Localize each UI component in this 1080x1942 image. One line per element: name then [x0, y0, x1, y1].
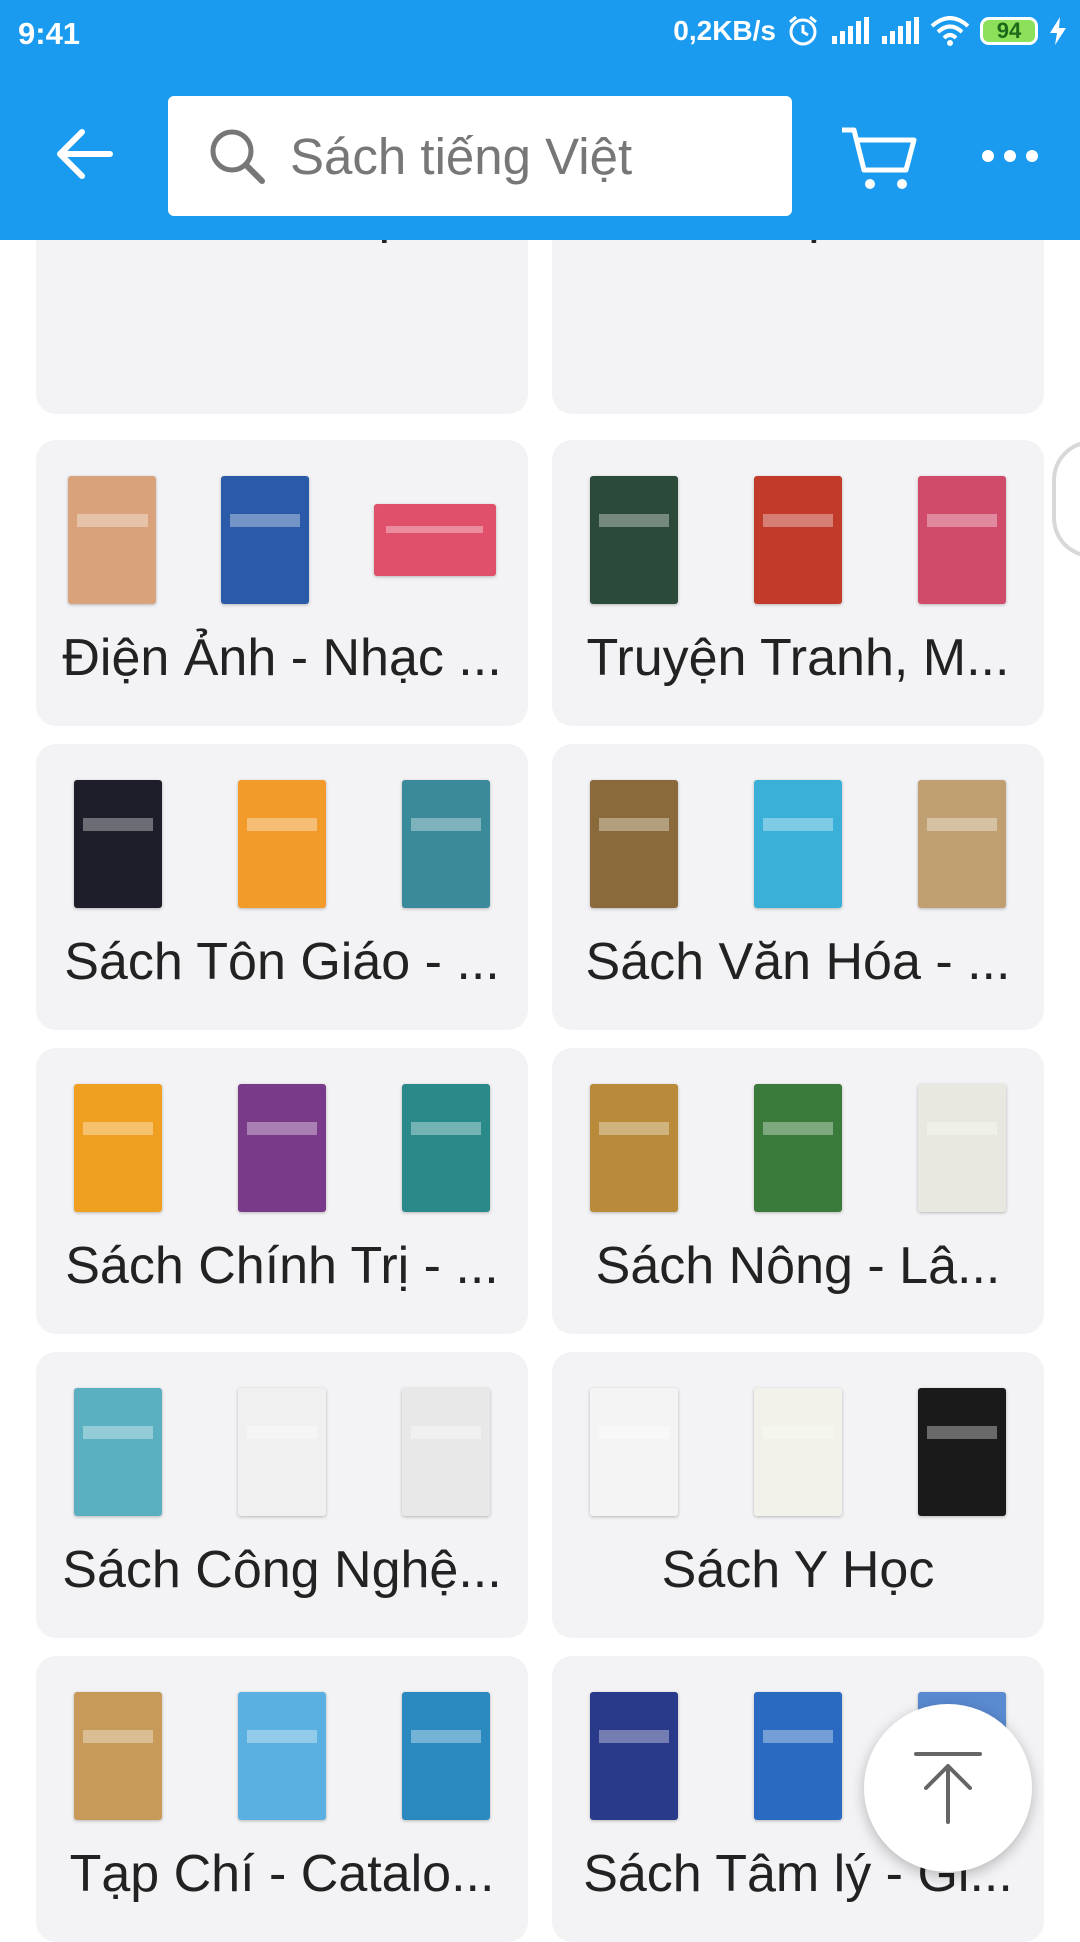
book-covers — [36, 774, 528, 914]
arrow-up-icon — [914, 1752, 982, 1824]
book-cover-image — [590, 1388, 678, 1516]
category-card[interactable]: Tạp Chí - Catalo... — [36, 1656, 528, 1942]
category-card[interactable]: Sách Công Nghệ... — [36, 1352, 528, 1638]
category-label: Sách Nông - Lâ... — [595, 1237, 1001, 1295]
book-covers — [552, 470, 1044, 610]
book-cover-image — [238, 1692, 326, 1820]
status-bar: 9:41 0,2KB/s 94 — [0, 0, 1080, 70]
book-cover-image — [402, 1084, 490, 1212]
top-app-bar: 9:41 0,2KB/s 94 Sách tiếng Việt — [0, 0, 1080, 240]
network-speed: 0,2KB/s — [673, 15, 776, 46]
search-input[interactable] — [288, 125, 752, 187]
scroll-to-top-button[interactable] — [864, 1704, 1032, 1872]
book-covers — [552, 774, 1044, 914]
book-cover-image — [402, 1692, 490, 1820]
search-box[interactable] — [168, 96, 792, 216]
category-label: Sách Chính Trị - ... — [65, 1237, 499, 1295]
book-cover-image — [238, 1388, 326, 1516]
category-card[interactable]: Sách Nông - Lâ... — [552, 1048, 1044, 1334]
signal-icon-2 — [882, 17, 919, 44]
book-cover-image — [74, 1692, 162, 1820]
book-covers — [36, 1382, 528, 1522]
book-cover-image — [74, 1388, 162, 1516]
battery-indicator: 94 — [980, 17, 1038, 45]
book-cover-image — [402, 1388, 490, 1516]
book-cover-image — [74, 1084, 162, 1212]
book-cover-image — [590, 1084, 678, 1212]
book-cover-image — [590, 1692, 678, 1820]
category-card[interactable]: Truyện Tranh, M... — [552, 440, 1044, 726]
category-label: Sách Công Nghệ... — [62, 1541, 502, 1599]
book-covers — [552, 1382, 1044, 1522]
status-time: 9:41 — [18, 16, 81, 51]
charging-icon — [1050, 17, 1066, 45]
category-label: Sách Văn Hóa - ... — [585, 933, 1011, 991]
category-card[interactable]: Sách Văn Hóa - ... — [552, 744, 1044, 1030]
book-cover-image — [373, 504, 496, 576]
book-cover-image — [402, 780, 490, 908]
book-cover-image — [238, 780, 326, 908]
book-cover-image — [754, 780, 842, 908]
book-cover-image — [754, 476, 842, 604]
book-covers — [552, 1078, 1044, 1218]
book-cover-image — [74, 780, 162, 908]
category-label: Sách Tôn Giáo - ... — [64, 933, 500, 991]
book-covers — [36, 1078, 528, 1218]
category-card[interactable]: Sách Tôn Giáo - ... — [36, 744, 528, 1030]
book-cover-image — [68, 476, 157, 604]
book-cover-image — [754, 1388, 842, 1516]
more-options-icon[interactable] — [980, 144, 1040, 168]
signal-icon — [832, 17, 869, 44]
book-cover-image — [918, 1388, 1006, 1516]
category-label: Truyện Tranh, M... — [586, 629, 1010, 687]
category-label: Điện Ảnh - Nhạc ... — [62, 629, 502, 687]
book-cover-image — [220, 476, 309, 604]
search-icon — [210, 129, 265, 184]
category-card[interactable]: Điện Ảnh - Nhạc ... — [36, 440, 528, 726]
book-cover-image — [590, 780, 678, 908]
book-cover-image — [590, 476, 678, 604]
cart-icon[interactable] — [840, 124, 920, 194]
category-label: Tạp Chí - Catalo... — [69, 1845, 495, 1903]
book-cover-image — [754, 1692, 842, 1820]
book-covers — [36, 470, 528, 610]
category-card[interactable]: Sách Y Học — [552, 1352, 1044, 1638]
book-cover-image — [918, 1084, 1006, 1212]
book-cover-image — [238, 1084, 326, 1212]
category-label: Sách Y Học — [661, 1541, 935, 1599]
wifi-icon — [930, 16, 970, 46]
status-icons: 0,2KB/s 94 — [673, 14, 1068, 48]
book-cover-image — [754, 1084, 842, 1212]
back-arrow-icon[interactable] — [54, 124, 114, 184]
category-card[interactable]: Sách Chính Trị - ... — [36, 1048, 528, 1334]
book-cover-image — [918, 780, 1006, 908]
book-covers — [36, 1686, 528, 1826]
book-cover-image — [918, 476, 1006, 604]
category-grid: Sách Khoa Học -...Sách Lịch sửĐiện Ảnh -… — [0, 0, 1080, 1942]
alarm-icon — [789, 15, 817, 46]
